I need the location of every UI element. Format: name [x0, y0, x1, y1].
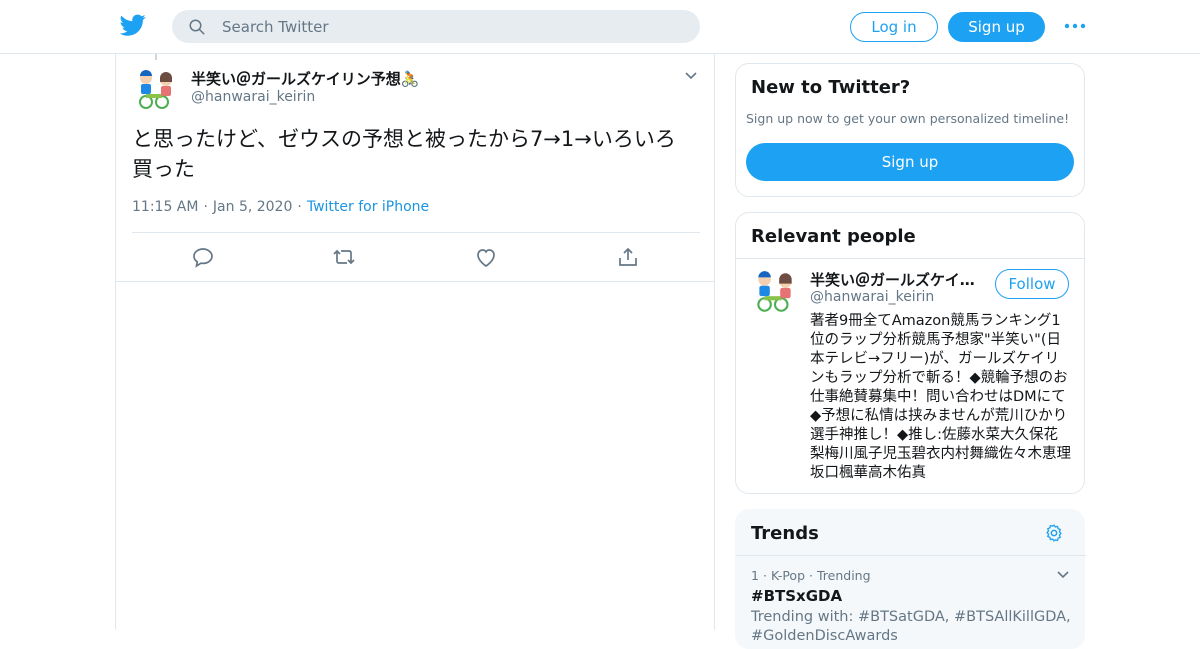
tweet-date[interactable]: Jan 5, 2020: [213, 199, 292, 215]
divider: [132, 232, 700, 233]
card-title: Relevant people: [751, 226, 916, 247]
person-bio: 著者9冊全てAmazon競馬ランキング1位のラップ分析競馬予想家"半笑い"(日本…: [810, 313, 1071, 481]
separator-dot: ·: [203, 199, 208, 215]
separator-dot: ·: [809, 568, 813, 583]
trend-name[interactable]: #BTSxGDA: [751, 587, 842, 605]
card-title: New to Twitter?: [751, 77, 911, 98]
chevron-down-icon[interactable]: [1056, 570, 1070, 580]
trend-category: K-Pop: [770, 568, 806, 583]
search-input[interactable]: [222, 10, 682, 43]
tweet-source-link[interactable]: Twitter for iPhone: [307, 199, 429, 215]
search-bar[interactable]: [172, 10, 700, 43]
trend-related: Trending with: #BTSatGDA, #BTSAllKillGDA…: [751, 609, 1071, 644]
like-icon[interactable]: [474, 246, 498, 268]
timeline-column: 半笑い＠ガールズケイリン予想🚴 @hanwarai_keirin と思ったけど、…: [115, 54, 715, 630]
separator-dot: ·: [762, 568, 767, 583]
tweet-time[interactable]: 11:15 AM: [132, 199, 198, 215]
sidebar-signup-button[interactable]: Sign up: [746, 143, 1074, 181]
new-to-twitter-card: New to Twitter? Sign up now to get your …: [735, 63, 1085, 197]
avatar[interactable]: [750, 269, 800, 315]
author-name[interactable]: 半笑い＠ガールズケイリン予想🚴: [191, 68, 419, 89]
reply-icon[interactable]: [191, 246, 215, 268]
trend-status: Trending: [817, 568, 871, 583]
relevant-people-card: Relevant people 半笑い＠ガールズケイリン予想🚴 @hanwara…: [735, 212, 1085, 494]
trends-card: Trends 1 · K-Pop · Trending #BTSxGDA Trendin…: [735, 509, 1086, 649]
share-icon[interactable]: [616, 246, 640, 268]
top-navigation-bar: Log in Sign up: [0, 0, 1200, 54]
author-handle[interactable]: @hanwarai_keirin: [191, 89, 315, 105]
divider: [736, 258, 1084, 259]
divider: [736, 555, 1086, 556]
card-subtitle: Sign up now to get your own personalized…: [746, 111, 1070, 126]
signup-button[interactable]: Sign up: [948, 12, 1045, 42]
tweet-meta: 11:15 AM · Jan 5, 2020 · Twitter for iPhone: [132, 199, 429, 215]
twitter-bird-icon[interactable]: [120, 12, 146, 38]
tweet[interactable]: 半笑い＠ガールズケイリン予想🚴 @hanwarai_keirin と思ったけど、…: [116, 54, 714, 282]
card-title: Trends: [751, 523, 819, 544]
gear-icon[interactable]: [1044, 523, 1064, 543]
chevron-down-icon[interactable]: [683, 70, 699, 82]
trend-rank: 1: [751, 568, 759, 583]
follow-button[interactable]: Follow: [995, 269, 1069, 299]
person-name[interactable]: 半笑い＠ガールズケイリン予想🚴: [810, 269, 980, 290]
separator-dot: ·: [297, 199, 302, 215]
more-dots-icon[interactable]: [1063, 18, 1087, 34]
trend-meta: 1 · K-Pop · Trending: [751, 568, 871, 583]
tweet-text: と思ったけど、ゼウスの予想と被ったから7→1→いろいろ買った: [132, 127, 676, 181]
login-button[interactable]: Log in: [850, 12, 938, 42]
search-icon: [189, 19, 205, 35]
person-handle[interactable]: @hanwarai_keirin: [810, 289, 934, 305]
avatar[interactable]: [132, 68, 180, 112]
retweet-icon[interactable]: [332, 246, 356, 268]
